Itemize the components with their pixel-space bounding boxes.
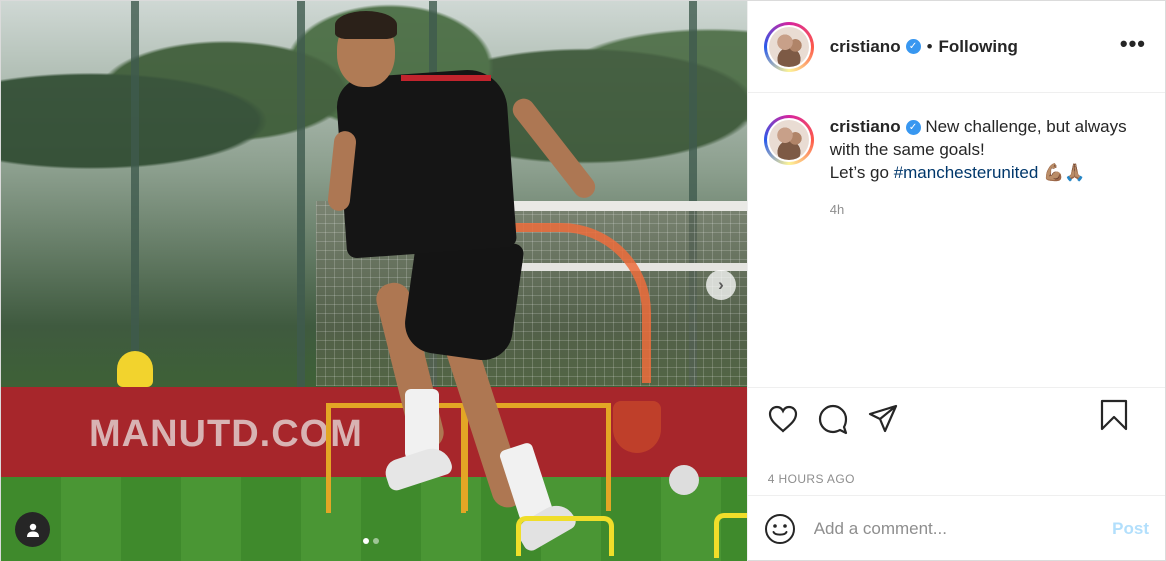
verified-badge-icon: ✓ bbox=[905, 120, 921, 136]
fence-post bbox=[297, 1, 305, 391]
more-options-icon[interactable]: ••• bbox=[1120, 31, 1146, 57]
carousel-indicator bbox=[363, 538, 379, 544]
header-username[interactable]: cristiano bbox=[830, 37, 901, 57]
post-header: cristiano ✓ • Following ••• bbox=[747, 1, 1165, 93]
post-comment-button[interactable]: Post bbox=[1112, 519, 1149, 539]
fence-post bbox=[131, 1, 139, 391]
carousel-dot bbox=[373, 538, 379, 544]
add-comment-bar: Post bbox=[747, 495, 1165, 561]
following-button[interactable]: Following bbox=[939, 37, 1018, 57]
avatar-ring bbox=[766, 24, 811, 69]
post-sidebar: cristiano ✓ • Following ••• cristiano ✓ N… bbox=[746, 1, 1165, 561]
banner-text: MANUTD.COM bbox=[89, 413, 363, 455]
comment-input[interactable] bbox=[813, 519, 1113, 539]
caption-text: cristiano ✓ New challenge, but always wit… bbox=[830, 115, 1130, 184]
goal-crossbar bbox=[501, 201, 747, 211]
posted-time: 4 HOURS AGO bbox=[767, 472, 855, 486]
avatar-image bbox=[768, 26, 809, 67]
avatar[interactable] bbox=[763, 21, 814, 72]
football bbox=[669, 465, 699, 495]
caption-username[interactable]: cristiano bbox=[830, 117, 901, 136]
caption-avatar[interactable] bbox=[763, 115, 814, 165]
yellow-duck bbox=[117, 351, 153, 387]
hashtag-link[interactable]: #manchesterunited bbox=[894, 163, 1039, 182]
player-hair bbox=[335, 11, 397, 39]
caption: cristiano ✓ New challenge, but always wit… bbox=[830, 115, 1130, 387]
post-photo[interactable]: MANUTD.COM › bbox=[1, 1, 747, 561]
share-icon[interactable] bbox=[866, 402, 900, 436]
heart-icon[interactable] bbox=[766, 402, 800, 436]
avatar-ring bbox=[766, 118, 811, 162]
instagram-post: MANUTD.COM › cristiano ✓ • Following •••… bbox=[0, 0, 1166, 561]
next-slide-button[interactable]: › bbox=[706, 270, 736, 300]
avatar-image bbox=[768, 120, 809, 160]
caption-line2: Let’s go bbox=[829, 163, 894, 182]
chevron-right-icon: › bbox=[718, 275, 724, 294]
carousel-dot-active bbox=[363, 538, 369, 544]
verified-badge-icon: ✓ bbox=[905, 39, 921, 54]
comment-icon[interactable] bbox=[816, 402, 850, 436]
separator: • bbox=[926, 36, 933, 56]
player-shirt bbox=[334, 67, 518, 259]
emoji-icon[interactable] bbox=[764, 513, 796, 545]
training-hurdle bbox=[714, 513, 747, 558]
bookmark-icon[interactable] bbox=[1097, 398, 1131, 432]
shirt-stripe bbox=[401, 75, 491, 81]
action-bar bbox=[747, 387, 1165, 449]
user-icon bbox=[26, 523, 39, 537]
caption-area: cristiano ✓ New challenge, but always wit… bbox=[748, 93, 1165, 387]
emoji: 💪🏽🙏🏽 bbox=[1043, 163, 1086, 182]
caption-timestamp[interactable]: 4h bbox=[830, 198, 1130, 221]
tagged-users-button[interactable] bbox=[15, 512, 50, 547]
training-hurdle bbox=[516, 516, 614, 556]
club-crest bbox=[613, 401, 661, 453]
